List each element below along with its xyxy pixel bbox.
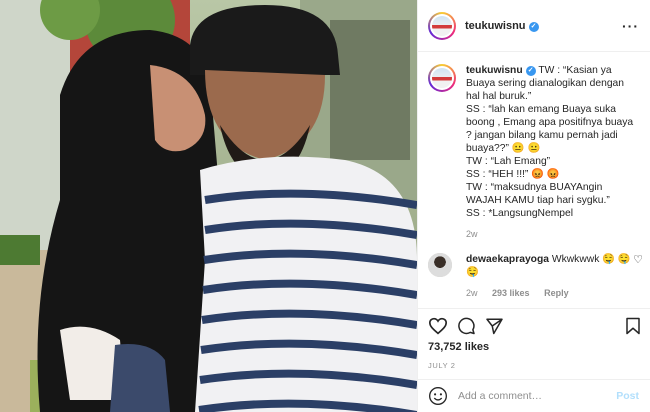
comment-like-heart-icon[interactable]: ♡ bbox=[633, 253, 643, 266]
add-comment-input[interactable]: Add a comment… bbox=[458, 390, 616, 402]
reply-meta: 2w 293 likes Reply bbox=[466, 287, 636, 300]
reply-button[interactable]: Reply bbox=[544, 288, 569, 298]
post-actions: 73,752 likes JULY 2 Add a comment… Post bbox=[418, 308, 650, 410]
author-username-text[interactable]: teukuwisnu bbox=[465, 20, 526, 32]
couple-photo-image bbox=[0, 0, 417, 412]
post-header: teukuwisnu ✓ ··· bbox=[418, 0, 650, 52]
emoji-smile-icon[interactable] bbox=[428, 386, 448, 406]
add-comment-bar: Add a comment… Post bbox=[418, 379, 650, 411]
action-icons-row bbox=[428, 317, 641, 337]
verified-badge-icon: ✓ bbox=[525, 66, 536, 76]
heart-icon[interactable] bbox=[428, 317, 448, 335]
author-username[interactable]: teukuwisnu ✓ bbox=[465, 20, 539, 32]
post-side-panel: teukuwisnu ✓ ··· teukuwisnu ✓ TW : “Kasian… bbox=[417, 0, 650, 412]
caption-line-3: TW : “Lah Emang” bbox=[466, 156, 551, 167]
reply-body: dewaekaprayoga Wkwkwwk 🤤 🤤 🤤 2w 293 like… bbox=[466, 253, 636, 300]
caption-comment: teukuwisnu ✓ TW : “Kasian ya Buaya sering… bbox=[428, 64, 641, 241]
caption-line-2: SS : “lah kan emang Buaya suka boong , E… bbox=[466, 104, 634, 154]
caption-username[interactable]: teukuwisnu bbox=[466, 65, 523, 76]
share-icon[interactable] bbox=[485, 317, 504, 335]
post-date[interactable]: JULY 2 bbox=[428, 361, 456, 370]
comments-section[interactable]: teukuwisnu ✓ TW : “Kasian ya Buaya sering… bbox=[418, 52, 650, 308]
caption-line-5: TW : “maksudnya BUAYAngin WAJAH KAMU tia… bbox=[466, 182, 610, 206]
caption-line-6: SS : *LangsungNempel bbox=[466, 208, 574, 219]
reply-likes[interactable]: 293 likes bbox=[492, 288, 530, 298]
caption-body: teukuwisnu ✓ TW : “Kasian ya Buaya sering… bbox=[466, 64, 636, 241]
author-avatar[interactable] bbox=[428, 11, 456, 40]
reply-time[interactable]: 2w bbox=[466, 288, 478, 298]
bookmark-icon[interactable] bbox=[625, 317, 641, 335]
comment-icon[interactable] bbox=[457, 317, 476, 335]
caption-meta: 2w bbox=[466, 228, 636, 241]
more-options-icon[interactable]: ··· bbox=[622, 18, 639, 34]
caption-time[interactable]: 2w bbox=[466, 229, 478, 239]
post-comment-button[interactable]: Post bbox=[616, 390, 639, 402]
reply-comment: dewaekaprayoga Wkwkwwk 🤤 🤤 🤤 2w 293 like… bbox=[428, 253, 643, 300]
post-photo[interactable] bbox=[0, 0, 417, 412]
verified-badge-icon: ✓ bbox=[528, 21, 539, 32]
caption-author-avatar[interactable] bbox=[428, 64, 456, 92]
likes-count[interactable]: 73,752 likes bbox=[428, 341, 489, 353]
reply-author-avatar[interactable] bbox=[428, 253, 452, 277]
caption-line-4: SS : “HEH !!!” 😡 😡 bbox=[466, 169, 560, 180]
reply-username[interactable]: dewaekaprayoga bbox=[466, 254, 549, 265]
